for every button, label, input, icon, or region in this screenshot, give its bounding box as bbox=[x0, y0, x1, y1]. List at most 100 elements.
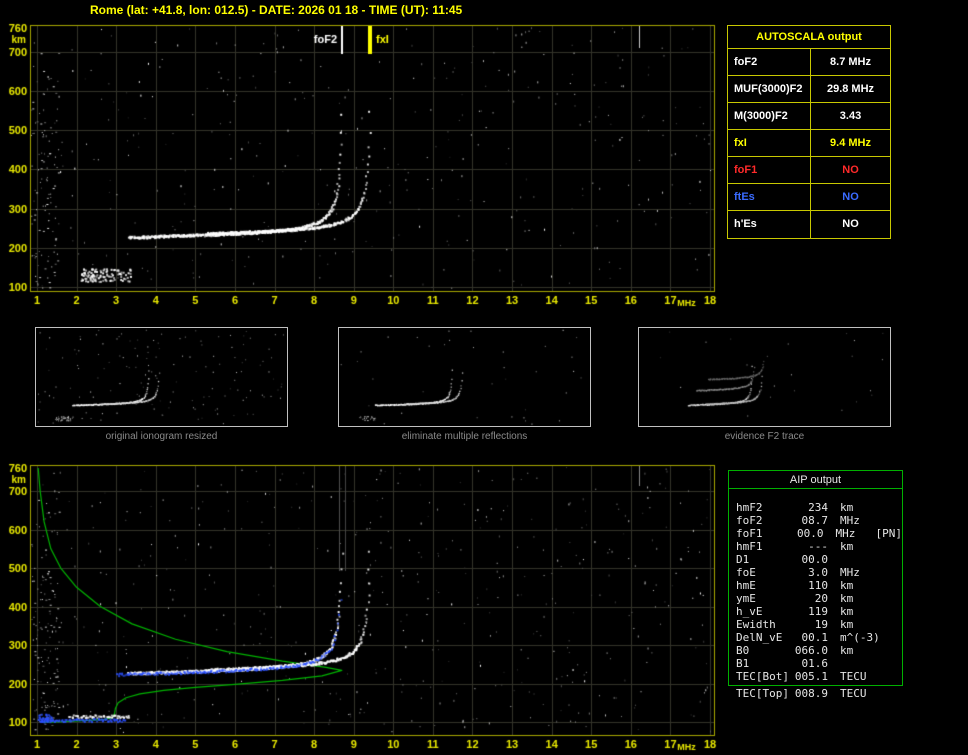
aip-row-hmF1: hmF1 --- km bbox=[736, 540, 902, 553]
aip-param-name: h_vE bbox=[736, 605, 763, 618]
autoscala-param-label: M(3000)F2 bbox=[728, 103, 811, 129]
aip-param-name: B0 bbox=[736, 644, 750, 657]
autoscala-param-value: 29.8 MHz bbox=[826, 83, 875, 95]
aip-param-value: 119 bbox=[808, 605, 828, 618]
aip-param-name: D1 bbox=[736, 553, 750, 566]
thumbnail-caption-original: original ionogram resized bbox=[105, 431, 218, 442]
autoscala-param-value: NO bbox=[842, 191, 859, 203]
autoscala-param-value: 8.7 MHz bbox=[830, 56, 871, 68]
autoscala-param-value: NO bbox=[842, 218, 859, 230]
aip-row-TEC[Top]: TEC[Top] 008.9 TECU bbox=[736, 687, 903, 700]
thumbnail-caption-eliminate: eliminate multiple reflections bbox=[401, 431, 528, 442]
aip-param-name: DelN_vE bbox=[736, 631, 783, 644]
aip-param-unit: MHz bbox=[835, 527, 856, 540]
aip-param-unit: km bbox=[840, 592, 854, 605]
aip-param-value: 3.0 bbox=[808, 566, 828, 579]
aip-param-value: 20 bbox=[814, 592, 828, 605]
aip-param-name: ymE bbox=[736, 592, 756, 605]
aip-param-unit: km bbox=[840, 605, 854, 618]
station-date-header: Rome (lat: +41.8, lon: 012.5) - DATE: 20… bbox=[90, 3, 463, 17]
aip-param-unit: TECU bbox=[840, 687, 867, 700]
aip-param-name: foF1 bbox=[736, 527, 763, 540]
autoscala-row-foF1: foF1 NO bbox=[728, 157, 890, 184]
aip-row-B0: B0 066.0 km bbox=[736, 644, 902, 657]
aip-row-DelN_vE: DelN_vE 00.1 m^(-3) bbox=[736, 631, 902, 644]
aip-param-value: 00.0 bbox=[801, 553, 829, 566]
aip-param-unit: m^(-3) bbox=[840, 631, 880, 644]
autoscala-param-value: NO bbox=[842, 164, 859, 176]
aip-param-value: 008.9 bbox=[794, 687, 828, 700]
autoscala-row-fxI: fxI 9.4 MHz bbox=[728, 130, 890, 157]
autoscala-param-value: 9.4 MHz bbox=[830, 137, 871, 149]
thumbnail-original-ionogram bbox=[35, 327, 288, 427]
autoscala-param-label: foF2 bbox=[728, 49, 811, 75]
aip-param-value: 01.6 bbox=[801, 657, 829, 670]
autoscala-output-table: AUTOSCALA output foF2 8.7 MHz MUF(3000)F2 2… bbox=[727, 25, 891, 239]
aip-param-note: [PN] bbox=[875, 527, 903, 540]
profile-ionogram-chart bbox=[0, 458, 724, 755]
aip-row-hmE: hmE 110 km bbox=[736, 579, 902, 592]
autoscala-param-label: MUF(3000)F2 bbox=[728, 76, 811, 102]
aip-param-name: hmE bbox=[736, 579, 756, 592]
autoscala-window: Rome (lat: +41.8, lon: 012.5) - DATE: 20… bbox=[0, 0, 968, 755]
autoscala-row-MUF(3000)F2: MUF(3000)F2 29.8 MHz bbox=[728, 76, 890, 103]
aip-param-unit bbox=[840, 657, 874, 670]
aip-param-value: 00.1 bbox=[801, 631, 829, 644]
aip-tec-top-row: TEC[Top] 008.9 TECU bbox=[728, 687, 903, 700]
aip-param-value: 234 bbox=[808, 501, 828, 514]
aip-param-name: foE bbox=[736, 566, 756, 579]
autoscala-row-ftEs: ftEs NO bbox=[728, 184, 890, 211]
aip-row-B1: B1 01.6 bbox=[736, 657, 902, 670]
aip-row-foF1: foF1 00.0 MHz [PN] bbox=[736, 527, 902, 540]
aip-param-name: foF2 bbox=[736, 514, 763, 527]
autoscala-row-h'Es: h'Es NO bbox=[728, 211, 890, 238]
thumbnail-evidence-f2-canvas bbox=[639, 328, 890, 426]
aip-param-value: --- bbox=[808, 540, 828, 553]
aip-table-rows: hmF2 234 km foF2 08.7 MHz foF1 00.0 MHz [PN] hmF1 -… bbox=[729, 489, 902, 683]
aip-param-unit bbox=[840, 553, 874, 566]
autoscala-table-rows: foF2 8.7 MHz MUF(3000)F2 29.8 MHz M(3000)F2 3… bbox=[728, 49, 890, 238]
thumbnail-eliminate-reflections bbox=[338, 327, 591, 427]
aip-output-table: AIP output hmF2 234 km foF2 08.7 MHz foF1 00.0 M… bbox=[728, 470, 903, 686]
aip-row-hmF2: hmF2 234 km bbox=[736, 501, 902, 514]
aip-param-name: B1 bbox=[736, 657, 750, 670]
aip-param-unit: km bbox=[840, 579, 854, 592]
thumbnail-original-ionogram-canvas bbox=[36, 328, 287, 426]
scaled-ionogram-chart bbox=[0, 18, 724, 314]
aip-row-foE: foE 3.0 MHz bbox=[736, 566, 902, 579]
aip-param-unit: km bbox=[840, 501, 854, 514]
aip-param-name: hmF1 bbox=[736, 540, 763, 553]
autoscala-row-M(3000)F2: M(3000)F2 3.43 bbox=[728, 103, 890, 130]
autoscala-row-foF2: foF2 8.7 MHz bbox=[728, 49, 890, 76]
autoscala-param-label: h'Es bbox=[728, 211, 811, 238]
aip-param-value: 08.7 bbox=[801, 514, 829, 527]
aip-table-title: AIP output bbox=[729, 471, 902, 489]
thumbnail-caption-evidence: evidence F2 trace bbox=[724, 431, 805, 442]
aip-row-Ewidth: Ewidth 19 km bbox=[736, 618, 902, 631]
aip-param-name: TEC[Bot] bbox=[736, 670, 789, 683]
aip-param-name: Ewidth bbox=[736, 618, 776, 631]
autoscala-param-label: fxI bbox=[728, 130, 811, 156]
autoscala-param-label: foF1 bbox=[728, 157, 811, 183]
aip-param-value: 00.0 bbox=[797, 527, 824, 540]
aip-param-unit: TECU bbox=[840, 670, 867, 683]
aip-param-unit: km bbox=[840, 618, 854, 631]
thumbnail-eliminate-reflections-canvas bbox=[339, 328, 590, 426]
aip-param-unit: MHz bbox=[840, 514, 860, 527]
aip-row-foF2: foF2 08.7 MHz bbox=[736, 514, 902, 527]
aip-param-value: 110 bbox=[808, 579, 828, 592]
aip-param-unit: km bbox=[840, 644, 854, 657]
aip-param-name: TEC[Top] bbox=[736, 687, 789, 700]
aip-param-unit: km bbox=[840, 540, 854, 553]
autoscala-param-value: 3.43 bbox=[839, 110, 862, 122]
aip-row-ymE: ymE 20 km bbox=[736, 592, 902, 605]
aip-row-h_vE: h_vE 119 km bbox=[736, 605, 902, 618]
autoscala-table-title: AUTOSCALA output bbox=[728, 26, 890, 49]
autoscala-param-label: ftEs bbox=[728, 184, 811, 210]
aip-param-name: hmF2 bbox=[736, 501, 763, 514]
aip-row-D1: D1 00.0 bbox=[736, 553, 902, 566]
aip-param-value: 066.0 bbox=[794, 644, 828, 657]
aip-param-value: 19 bbox=[814, 618, 828, 631]
thumbnail-evidence-f2 bbox=[638, 327, 891, 427]
aip-param-unit: MHz bbox=[840, 566, 860, 579]
